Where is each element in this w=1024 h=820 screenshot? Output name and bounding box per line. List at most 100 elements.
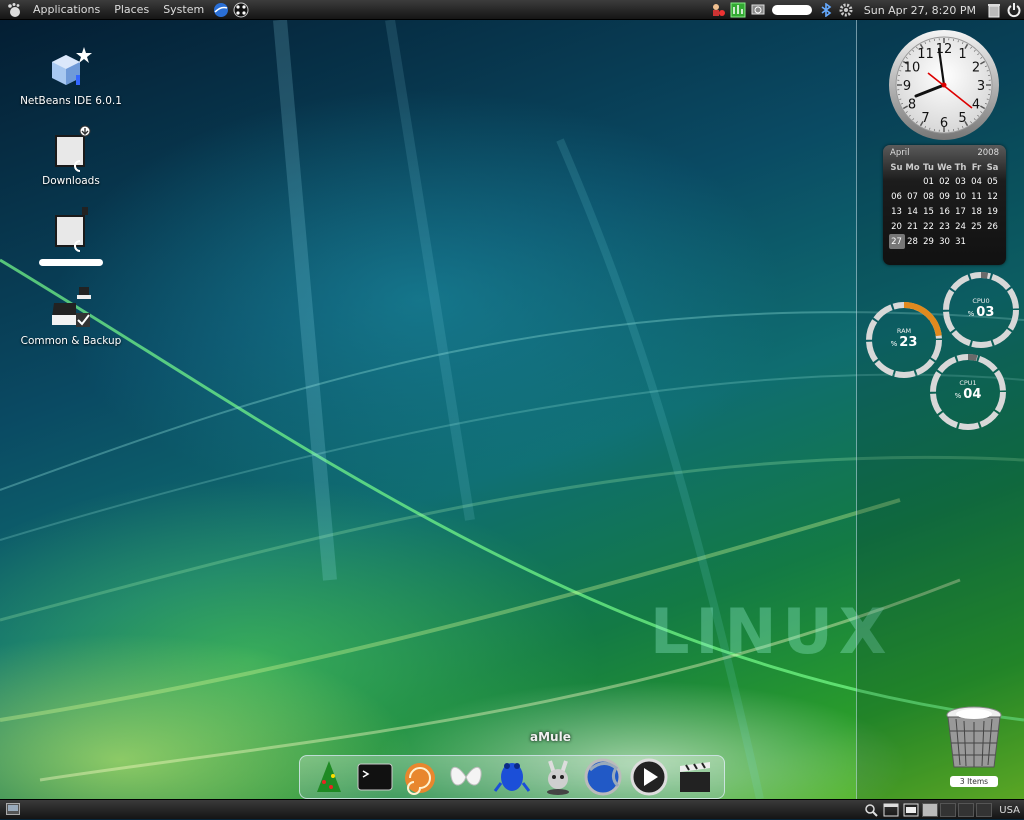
clock-number: 2 — [972, 61, 980, 76]
gauge-label: CPU0 — [941, 297, 1021, 305]
calendar-day: 21 — [905, 219, 921, 234]
calendar-weekday: Mo — [905, 161, 921, 174]
clock-number: 8 — [908, 98, 916, 113]
dock-item-media-player[interactable] — [628, 756, 670, 798]
calendar-day: 03 — [953, 174, 969, 189]
dock-item-shell[interactable] — [399, 756, 441, 798]
dock-item-clapperboard[interactable] — [674, 756, 716, 798]
desktop-icon-label: Downloads — [16, 175, 126, 187]
clock-number: 5 — [958, 111, 966, 126]
cpu0-gauge[interactable]: CPU0 %03 — [941, 270, 1021, 350]
calendar-day: 16 — [937, 204, 953, 219]
gauge-label: RAM — [864, 327, 944, 335]
search-icon[interactable] — [863, 802, 879, 818]
calendar-day: 04 — [969, 174, 985, 189]
dock-item-butterfly[interactable] — [445, 756, 487, 798]
launcher-browser-icon[interactable] — [213, 2, 229, 18]
clock-number: 6 — [940, 116, 948, 131]
calendar-day: 28 — [905, 234, 921, 249]
calendar-day: 24 — [953, 219, 969, 234]
calendar-day: 08 — [921, 189, 937, 204]
gear-icon[interactable] — [838, 2, 854, 18]
window-switcher-icon[interactable] — [903, 802, 919, 818]
calendar-day: 31 — [953, 234, 969, 249]
menu-places[interactable]: Places — [107, 0, 156, 20]
desktop-icon-folder[interactable] — [16, 205, 126, 266]
desktop-icon-downloads[interactable]: Downloads — [16, 125, 126, 187]
bluetooth-icon[interactable] — [818, 2, 834, 18]
menu-system[interactable]: System — [156, 0, 211, 20]
frog-icon — [492, 757, 532, 797]
desktop-icon-label: Common & Backup — [16, 335, 126, 347]
calendar-day: 25 — [969, 219, 985, 234]
redacted-tray-item — [772, 5, 812, 15]
calendar-day: 12 — [985, 189, 1001, 204]
calendar-day: 11 — [969, 189, 985, 204]
calendar-weekday: Sa — [985, 161, 1001, 174]
folder-icon — [46, 205, 96, 253]
desktop-icon-common-backup[interactable]: Common & Backup — [16, 285, 126, 347]
calendar-day — [889, 174, 905, 189]
keyboard-layout-indicator[interactable]: USA — [999, 805, 1020, 816]
gauge-value: 03 — [976, 305, 994, 320]
amule-icon — [538, 757, 578, 797]
trash-widget[interactable]: 3 Items — [944, 705, 1004, 787]
analog-clock-widget[interactable]: 121234567891011 — [886, 28, 1002, 142]
clock-number: 9 — [903, 79, 911, 94]
dock-item-browser[interactable] — [582, 756, 624, 798]
calendar-month: April — [890, 148, 909, 159]
panel-clock[interactable]: Sun Apr 27, 8:20 PM — [856, 4, 984, 17]
dock-item-tree[interactable] — [308, 756, 350, 798]
system-monitor-icon[interactable] — [730, 2, 746, 18]
calendar-day — [985, 234, 1001, 249]
terminal-icon — [356, 758, 394, 796]
gauge-value: 04 — [963, 387, 981, 402]
calendar-day: 15 — [921, 204, 937, 219]
gauge-value: 23 — [899, 335, 917, 350]
dock-item-frog[interactable] — [491, 756, 533, 798]
launcher-pinwheel-icon[interactable] — [233, 2, 249, 18]
media-player-icon — [629, 757, 669, 797]
calendar-weekday: Th — [953, 161, 969, 174]
show-desktop-icon[interactable] — [6, 803, 20, 815]
network-settings-icon[interactable] — [750, 2, 766, 18]
calendar-day: 02 — [937, 174, 953, 189]
menu-applications[interactable]: Applications — [26, 0, 107, 20]
window-list-icon[interactable] — [883, 802, 899, 818]
dock-tooltip: aMule — [530, 730, 571, 744]
calendar-year: 2008 — [977, 148, 999, 159]
clock-number: 3 — [977, 79, 985, 94]
gauge-label: CPU1 — [928, 379, 1008, 387]
clapperboard-icon — [676, 758, 714, 796]
calendar-weekday: Fr — [969, 161, 985, 174]
calendar-day: 30 — [937, 234, 953, 249]
workspace-2[interactable] — [940, 803, 956, 817]
dock-item-amule[interactable] — [537, 756, 579, 798]
cpu1-gauge[interactable]: CPU1 %04 — [928, 352, 1008, 432]
workspace-4[interactable] — [976, 803, 992, 817]
calendar-widget[interactable]: April 2008 Su Mo Tu We Th Fr Sa 01 02 03… — [883, 145, 1006, 265]
clock-number: 7 — [921, 111, 929, 126]
calendar-day — [905, 174, 921, 189]
desktop-icon-netbeans[interactable]: NetBeans IDE 6.0.1 — [16, 45, 126, 107]
workspace-3[interactable] — [958, 803, 974, 817]
gauge-unit: % — [968, 310, 975, 318]
trash-can-icon — [944, 705, 1004, 771]
calendar-day: 13 — [889, 204, 905, 219]
shell-icon — [401, 758, 439, 796]
calendar-day: 18 — [969, 204, 985, 219]
system-tray: Sun Apr 27, 8:20 PM — [708, 0, 1024, 20]
power-icon[interactable] — [1006, 2, 1022, 18]
trash-applet-icon[interactable] — [986, 2, 1002, 18]
bottom-panel: USA — [0, 799, 1024, 819]
calendar-day: 26 — [985, 219, 1001, 234]
user-status-icon[interactable] — [710, 2, 726, 18]
downloads-folder-icon — [46, 125, 96, 173]
bottom-panel-applets: USA — [861, 800, 1020, 820]
gnome-foot-icon[interactable] — [6, 2, 22, 18]
dock-item-terminal[interactable] — [354, 756, 396, 798]
clock-number: 1 — [958, 47, 966, 62]
top-panel: Applications Places System Sun Apr 27, 8… — [0, 0, 1024, 20]
workspace-1[interactable] — [922, 803, 938, 817]
clock-number: 10 — [904, 61, 921, 76]
